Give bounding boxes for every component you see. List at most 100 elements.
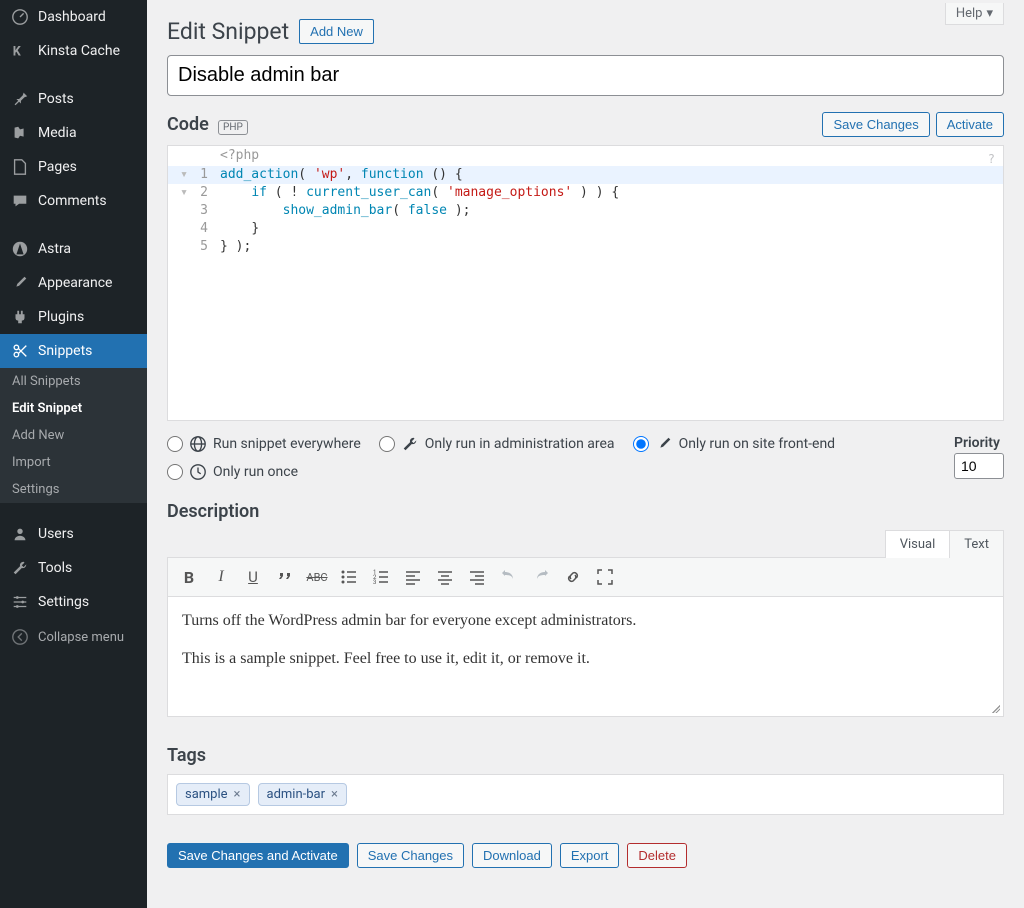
tab-text[interactable]: Text	[950, 530, 1004, 558]
code-line[interactable]: 3 show_admin_bar( false );	[168, 202, 1003, 220]
snippet-title-input[interactable]	[167, 55, 1004, 96]
sidebar-item-plugins[interactable]: Plugins	[0, 300, 147, 334]
scope-admin[interactable]: Only run in administration area	[379, 435, 615, 453]
scope-once[interactable]: Only run once	[167, 463, 835, 481]
sidebar-item-users[interactable]: Users	[0, 517, 147, 551]
admin-sidebar: Dashboard K Kinsta Cache Posts Media Pag…	[0, 0, 147, 908]
link-icon[interactable]	[558, 562, 588, 592]
sidebar-label: Dashboard	[38, 9, 106, 25]
main-content: Help ▾ Edit Snippet Add New Code PHP Sav…	[147, 0, 1024, 908]
brush-icon	[655, 435, 673, 453]
sidebar-label: Appearance	[38, 275, 112, 291]
code-line[interactable]: 5 } );	[168, 238, 1003, 256]
astra-icon	[10, 239, 30, 259]
sidebar-label: Kinsta Cache	[38, 43, 120, 59]
tags-input[interactable]: sample × admin-bar ×	[167, 774, 1004, 815]
sidebar-item-dashboard[interactable]: Dashboard	[0, 0, 147, 34]
collapse-menu[interactable]: Collapse menu	[0, 619, 147, 655]
wrench-icon	[401, 435, 419, 453]
bold-icon[interactable]: B	[174, 562, 204, 592]
sidebar-item-posts[interactable]: Posts	[0, 82, 147, 116]
collapse-icon	[10, 627, 30, 647]
subnav-add-new[interactable]: Add New	[0, 422, 147, 449]
help-button[interactable]: Help ▾	[945, 3, 1004, 25]
undo-icon[interactable]	[494, 562, 524, 592]
pin-icon	[10, 89, 30, 109]
add-new-button[interactable]: Add New	[299, 19, 374, 44]
tags-heading: Tags	[167, 745, 1004, 766]
description-heading: Description	[167, 501, 1004, 522]
subnav-settings[interactable]: Settings	[0, 476, 147, 503]
remove-tag-icon[interactable]: ×	[331, 787, 338, 802]
align-right-icon[interactable]	[462, 562, 492, 592]
scope-everywhere[interactable]: Run snippet everywhere	[167, 435, 361, 453]
scope-radio[interactable]	[167, 436, 183, 452]
save-activate-button[interactable]: Save Changes and Activate	[167, 843, 349, 868]
sidebar-item-kinsta[interactable]: K Kinsta Cache	[0, 34, 147, 68]
comments-icon	[10, 191, 30, 211]
tag-chip: sample ×	[176, 783, 250, 806]
align-left-icon[interactable]	[398, 562, 428, 592]
scope-radio[interactable]	[167, 464, 183, 480]
subnav-edit-snippet[interactable]: Edit Snippet	[0, 395, 147, 422]
sidebar-label: Comments	[38, 193, 107, 209]
plug-icon	[10, 307, 30, 327]
media-icon	[10, 123, 30, 143]
description-editor[interactable]: Turns off the WordPress admin bar for ev…	[167, 597, 1004, 717]
remove-tag-icon[interactable]: ×	[234, 787, 241, 802]
sidebar-label: Settings	[38, 594, 89, 610]
fullscreen-icon[interactable]	[590, 562, 620, 592]
sidebar-item-astra[interactable]: Astra	[0, 232, 147, 266]
code-line[interactable]: 4 }	[168, 220, 1003, 238]
sidebar-item-media[interactable]: Media	[0, 116, 147, 150]
code-line[interactable]: ▾2 if ( ! current_user_can( 'manage_opti…	[168, 184, 1003, 202]
underline-icon[interactable]: U	[238, 562, 268, 592]
bullet-list-icon[interactable]	[334, 562, 364, 592]
sliders-icon	[10, 592, 30, 612]
strikethrough-icon[interactable]: ABC	[302, 562, 332, 592]
dashboard-icon	[10, 7, 30, 27]
brush-icon	[10, 273, 30, 293]
redo-icon[interactable]	[526, 562, 556, 592]
resize-handle[interactable]	[989, 702, 1001, 714]
sidebar-item-snippets[interactable]: Snippets	[0, 334, 147, 368]
sidebar-item-tools[interactable]: Tools	[0, 551, 147, 585]
scope-radio[interactable]	[633, 436, 649, 452]
code-line[interactable]: ▾1 add_action( 'wp', function () {	[168, 166, 1003, 184]
sidebar-item-appearance[interactable]: Appearance	[0, 266, 147, 300]
save-changes-button[interactable]: Save Changes	[822, 112, 929, 137]
wysiwyg-toolbar: B I U ABC 123	[167, 557, 1004, 597]
export-button[interactable]: Export	[560, 843, 620, 868]
save-button[interactable]: Save Changes	[357, 843, 464, 868]
subnav-all-snippets[interactable]: All Snippets	[0, 368, 147, 395]
tab-visual[interactable]: Visual	[885, 530, 951, 558]
align-center-icon[interactable]	[430, 562, 460, 592]
code-heading: Code	[167, 114, 209, 135]
scope-radio[interactable]	[379, 436, 395, 452]
quote-icon[interactable]	[270, 562, 300, 592]
sidebar-item-pages[interactable]: Pages	[0, 150, 147, 184]
priority-input[interactable]	[954, 453, 1004, 479]
sidebar-label: Astra	[38, 241, 71, 257]
php-badge: PHP	[218, 120, 248, 135]
code-php-open: <?php	[168, 146, 1003, 166]
sidebar-label: Posts	[38, 91, 74, 107]
sidebar-label: Users	[38, 526, 74, 542]
svg-text:3: 3	[373, 579, 376, 586]
globe-icon	[189, 435, 207, 453]
sidebar-item-settings[interactable]: Settings	[0, 585, 147, 619]
delete-button[interactable]: Delete	[627, 843, 687, 868]
sidebar-label: Plugins	[38, 309, 84, 325]
subnav-import[interactable]: Import	[0, 449, 147, 476]
tag-chip: admin-bar ×	[258, 783, 347, 806]
number-list-icon[interactable]: 123	[366, 562, 396, 592]
help-hint-icon[interactable]: ?	[988, 152, 995, 166]
download-button[interactable]: Download	[472, 843, 552, 868]
kinsta-icon: K	[10, 41, 30, 61]
code-editor[interactable]: ? <?php ▾1 add_action( 'wp', function ()…	[167, 145, 1004, 421]
sidebar-item-comments[interactable]: Comments	[0, 184, 147, 218]
scope-frontend[interactable]: Only run on site front-end	[633, 435, 836, 453]
italic-icon[interactable]: I	[206, 562, 236, 592]
activate-button[interactable]: Activate	[936, 112, 1004, 137]
sidebar-label: Snippets	[38, 343, 92, 359]
